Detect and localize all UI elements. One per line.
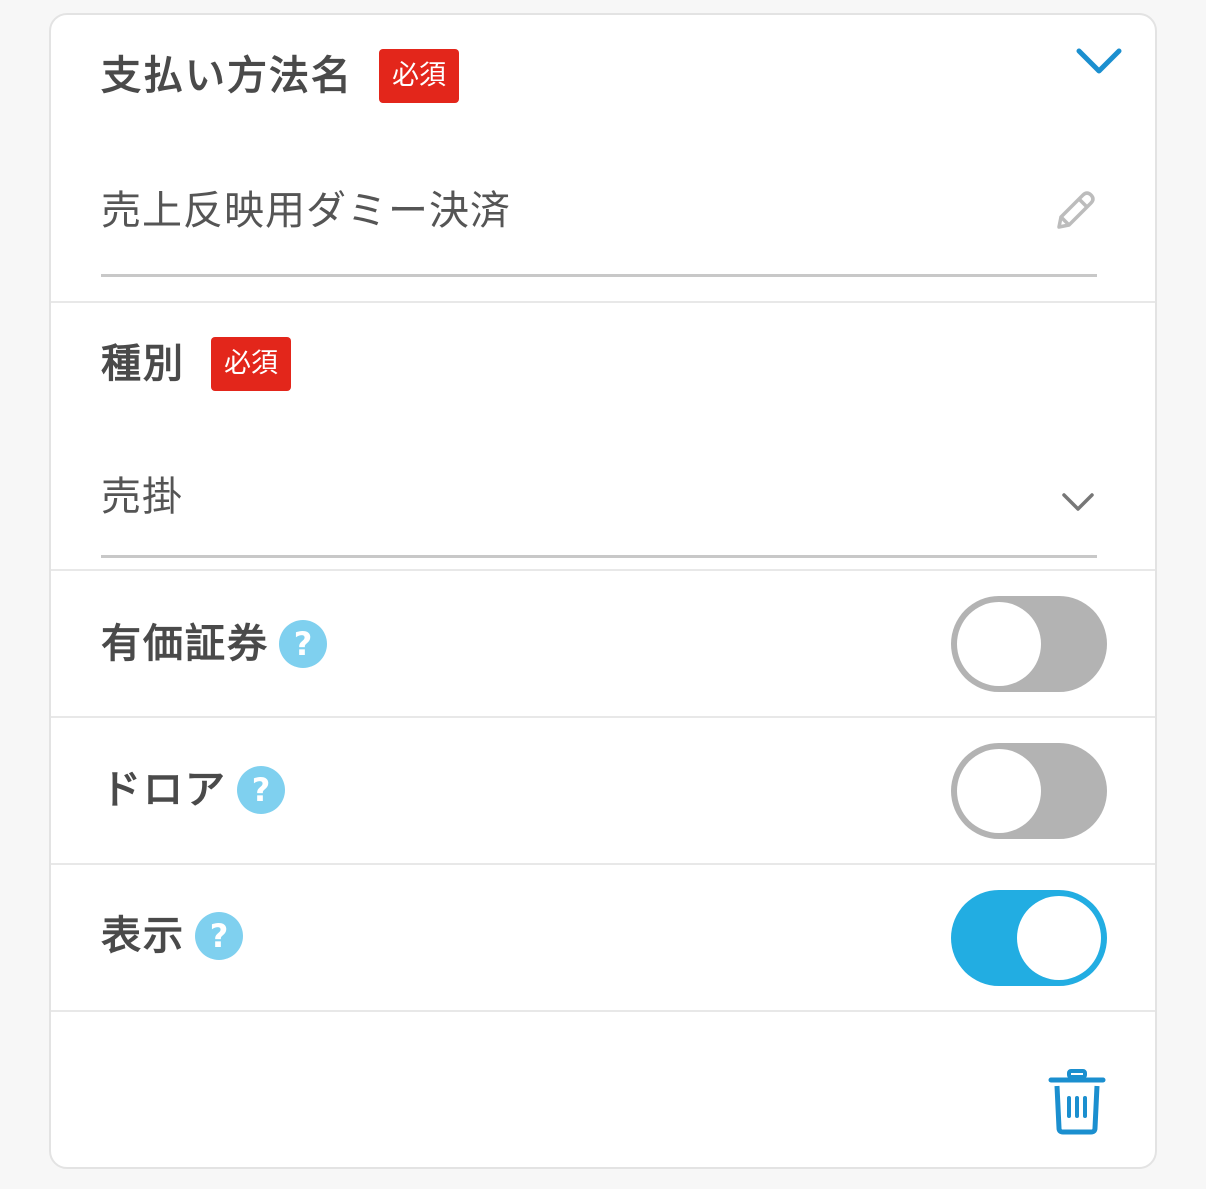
- type-value: 売掛: [101, 474, 183, 520]
- drawer-toggle[interactable]: [951, 743, 1107, 839]
- toggle-knob: [957, 602, 1041, 686]
- type-label-row: 種別 必須: [101, 337, 291, 391]
- type-select[interactable]: 売掛: [101, 443, 1097, 558]
- payment-name-value: 売上反映用ダミー決済: [101, 188, 511, 234]
- required-badge: 必須: [379, 49, 459, 103]
- payment-name-label: 支払い方法名: [101, 53, 353, 99]
- chevron-down-icon[interactable]: [1061, 491, 1095, 513]
- toggle-knob: [1017, 896, 1101, 980]
- help-icon[interactable]: ?: [237, 766, 285, 814]
- type-label: 種別: [101, 341, 185, 387]
- payment-name-input[interactable]: 売上反映用ダミー決済: [101, 165, 1097, 277]
- toggle-label-row: 表示 ?: [101, 912, 243, 960]
- type-section: 種別 必須 売掛: [51, 303, 1155, 570]
- toggle-row-drawer: ドロア ?: [51, 718, 1155, 863]
- card-footer: [51, 1012, 1155, 1167]
- toggle-row-securities: 有価証券 ?: [51, 571, 1155, 716]
- payment-name-section: 支払い方法名 必須 売上反映用ダミー決済: [51, 15, 1155, 302]
- toggle-knob: [957, 749, 1041, 833]
- toggle-label-row: 有価証券 ?: [101, 620, 327, 668]
- pencil-icon[interactable]: [1051, 187, 1099, 235]
- help-icon[interactable]: ?: [195, 912, 243, 960]
- chevron-down-icon[interactable]: [1075, 45, 1123, 77]
- toggle-label: ドロア: [101, 767, 227, 813]
- payment-name-label-row: 支払い方法名 必須: [101, 49, 459, 103]
- help-icon[interactable]: ?: [279, 620, 327, 668]
- toggle-label-row: ドロア ?: [101, 766, 285, 814]
- required-badge: 必須: [211, 337, 291, 391]
- securities-toggle[interactable]: [951, 596, 1107, 692]
- toggle-label: 有価証券: [101, 621, 269, 667]
- toggle-label: 表示: [101, 913, 185, 959]
- payment-method-card: 支払い方法名 必須 売上反映用ダミー決済 種別 必須 売掛 有価証券 ? ドロア…: [49, 13, 1157, 1169]
- display-toggle[interactable]: [951, 890, 1107, 986]
- trash-icon[interactable]: [1047, 1068, 1107, 1136]
- toggle-row-display: 表示 ?: [51, 865, 1155, 1010]
